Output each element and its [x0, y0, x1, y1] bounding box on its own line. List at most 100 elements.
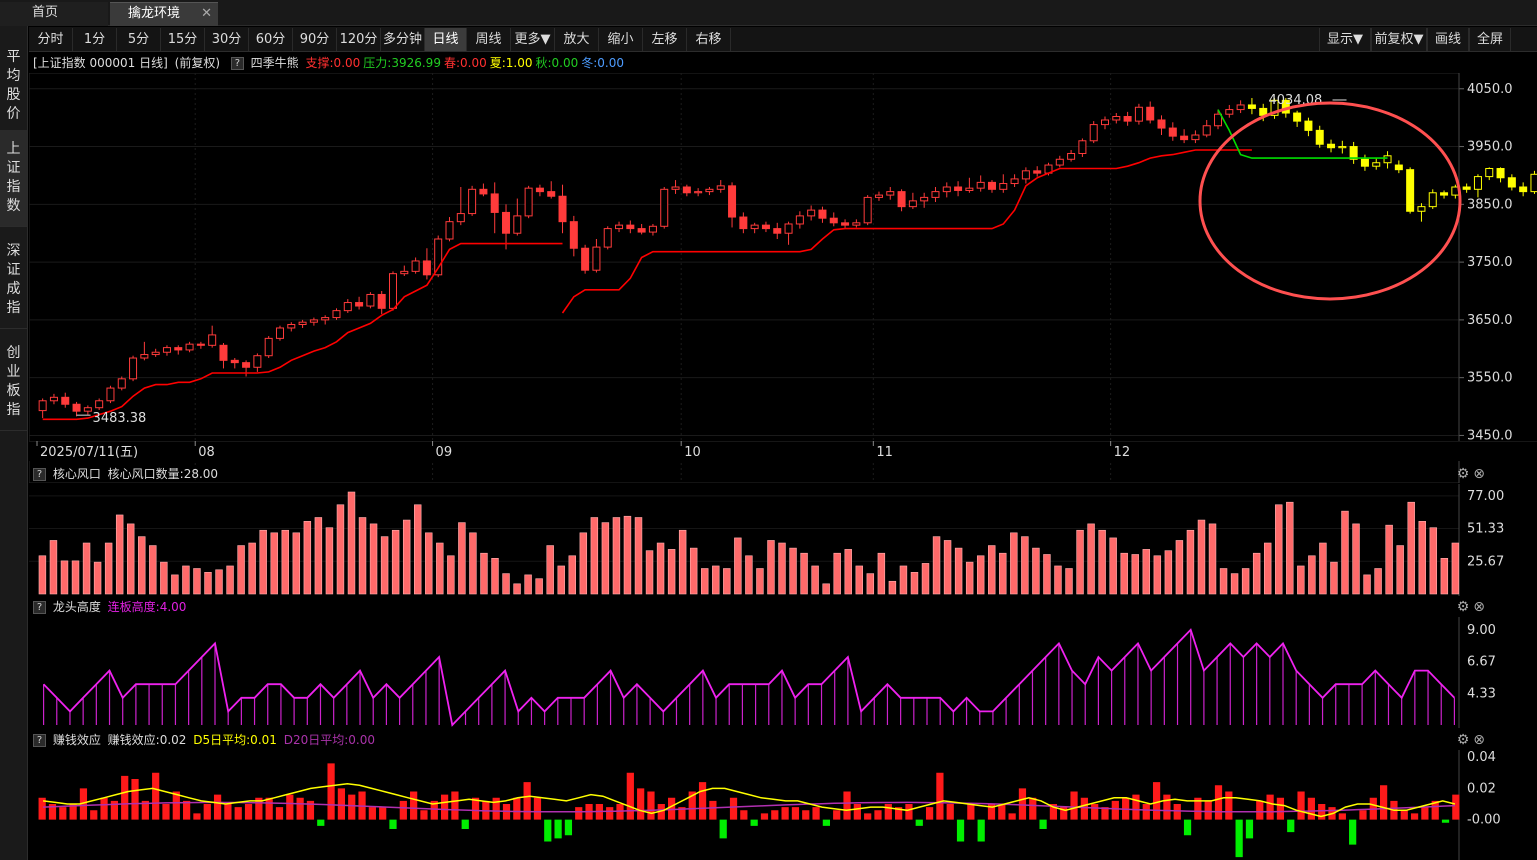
panel2-name: 龙头高度 [52, 600, 101, 614]
toolbar-button-5[interactable]: 60分 [249, 28, 293, 51]
count-bar [38, 555, 47, 595]
effect-bar [296, 797, 304, 820]
panel1-value: 核心风口数量:28.00 [107, 467, 219, 481]
toolbar-button-15[interactable]: 右移 [687, 28, 731, 51]
effect-bar [1080, 797, 1088, 820]
candle-body [1327, 143, 1336, 149]
count-bar [734, 537, 742, 595]
candle-body [1394, 164, 1403, 171]
tab-qinlong-environment[interactable]: 擒龙环境 ✕ [110, 2, 218, 26]
toolbar-button-3[interactable]: 15分 [161, 28, 205, 51]
chart-area: [上证指数 000001 日线] (前复权) ? 四季牛熊 支撑:0.00 压力:… [29, 53, 1537, 860]
count-bar [568, 555, 576, 595]
count-bar [347, 491, 356, 595]
candle-body [931, 191, 940, 198]
count-bar [988, 545, 996, 595]
toolbar-button-10[interactable]: 周线 [467, 28, 511, 51]
gear-icon[interactable]: ⚙ [1457, 732, 1470, 748]
toolbar-button-12[interactable]: 放大 [555, 28, 599, 51]
candle-body [1168, 127, 1177, 137]
candle-body [1304, 120, 1313, 131]
toolbar-right-button-1[interactable]: 前复权▼ [1371, 28, 1427, 51]
candle-body [1180, 135, 1189, 141]
tab-home[interactable]: 首页 [0, 2, 108, 26]
count-bar [458, 522, 466, 595]
effect-bar [368, 807, 376, 820]
candle-body [321, 317, 330, 321]
effect-bar [1235, 819, 1243, 858]
close-icon[interactable]: ⊗ [1473, 466, 1485, 482]
candle-body [309, 319, 318, 323]
count-bar [237, 545, 245, 595]
count-bar [645, 550, 654, 595]
effect-bar [864, 813, 872, 820]
toolbar-right-button-2[interactable]: 画线 [1427, 28, 1469, 51]
hot-sector-count-chart[interactable]: 77.00 51.33 25.67 [29, 484, 1537, 596]
candle-body [275, 327, 284, 339]
candle-body [750, 224, 759, 230]
close-icon[interactable]: ⊗ [1473, 732, 1485, 748]
y-tick-label: 3750.0 [1467, 255, 1513, 270]
leader-height-chart[interactable]: 9.00 6.67 4.33 [29, 617, 1537, 728]
effect-bar [1008, 813, 1016, 820]
toolbar-right-button-0[interactable]: 显示▼ [1319, 28, 1371, 51]
count-bar [1054, 565, 1062, 595]
toolbar-button-7[interactable]: 120分 [337, 28, 381, 51]
sidebar-item-chinext-index[interactable]: 创业板指 [0, 334, 27, 431]
toolbar-right-button-3[interactable]: 全屏 [1469, 28, 1511, 51]
effect-bar [1018, 788, 1027, 820]
indicator-param-0: 支撑:0.00 [305, 56, 361, 70]
count-bar [160, 561, 168, 595]
count-bar [1153, 555, 1162, 595]
sidebar-item-average-price[interactable]: 平均股价 [0, 38, 27, 135]
sidebar-item-shenzhen-index[interactable]: 深证成指 [0, 232, 27, 329]
effect-bar [275, 807, 284, 820]
candle-body [581, 247, 590, 271]
count-bar [480, 552, 488, 595]
profit-effect-chart[interactable]: 0.04 0.02 -0.00 [29, 750, 1537, 860]
toolbar-button-0[interactable]: 分时 [29, 28, 73, 51]
candle-body [716, 185, 725, 190]
toolbar-button-1[interactable]: 1分 [73, 28, 117, 51]
y-tick-label: 4050.0 [1467, 82, 1513, 97]
candle-body [1202, 125, 1211, 136]
sidebar-item-shanghai-index[interactable]: 上证指数 [0, 130, 27, 227]
toolbar-button-11[interactable]: 更多▼ [511, 28, 555, 51]
candle-body [1473, 176, 1482, 190]
count-bar [138, 536, 146, 595]
close-icon[interactable]: ⊗ [1473, 599, 1485, 615]
gear-icon[interactable]: ⚙ [1457, 599, 1470, 615]
candle-body [524, 187, 533, 217]
candle-body [1021, 170, 1030, 180]
toolbar-button-6[interactable]: 90分 [293, 28, 337, 51]
candle-body [366, 293, 375, 307]
effect-bar [1421, 807, 1429, 820]
panel3-header: ? 赚钱效应 赚钱效应:0.02 D5日平均:0.01 D20日平均:0.00 [29, 730, 378, 750]
toolbar-button-13[interactable]: 缩小 [599, 28, 643, 51]
toolbar-button-8[interactable]: 多分钟 [381, 28, 425, 51]
candle-body [400, 270, 409, 275]
count-bar [226, 565, 234, 595]
effect-bar [1132, 794, 1140, 820]
help-icon[interactable]: ? [230, 57, 244, 70]
toolbar-button-4[interactable]: 30分 [205, 28, 249, 51]
candle-body [908, 200, 917, 208]
close-icon[interactable]: ✕ [201, 3, 212, 25]
toolbar-button-14[interactable]: 左移 [643, 28, 687, 51]
effect-bar [1400, 810, 1408, 820]
count-bar [491, 558, 499, 595]
help-icon[interactable]: ? [33, 601, 46, 614]
effect-bar [244, 804, 253, 820]
toolbar-button-9[interactable]: 日线 [425, 28, 467, 51]
help-icon[interactable]: ? [33, 468, 46, 481]
help-icon[interactable]: ? [33, 734, 46, 747]
candlestick-chart[interactable]: 4050.03950.03850.03750.03650.03550.03450… [29, 73, 1537, 483]
count-bar [513, 583, 521, 595]
count-bar [800, 552, 808, 595]
gear-icon[interactable]: ⚙ [1457, 466, 1470, 482]
toolbar-button-2[interactable]: 5分 [117, 28, 161, 51]
effect-bar [1225, 791, 1233, 820]
effect-bar [399, 800, 407, 820]
candle-body [976, 181, 985, 189]
effect-bar [1256, 800, 1264, 820]
